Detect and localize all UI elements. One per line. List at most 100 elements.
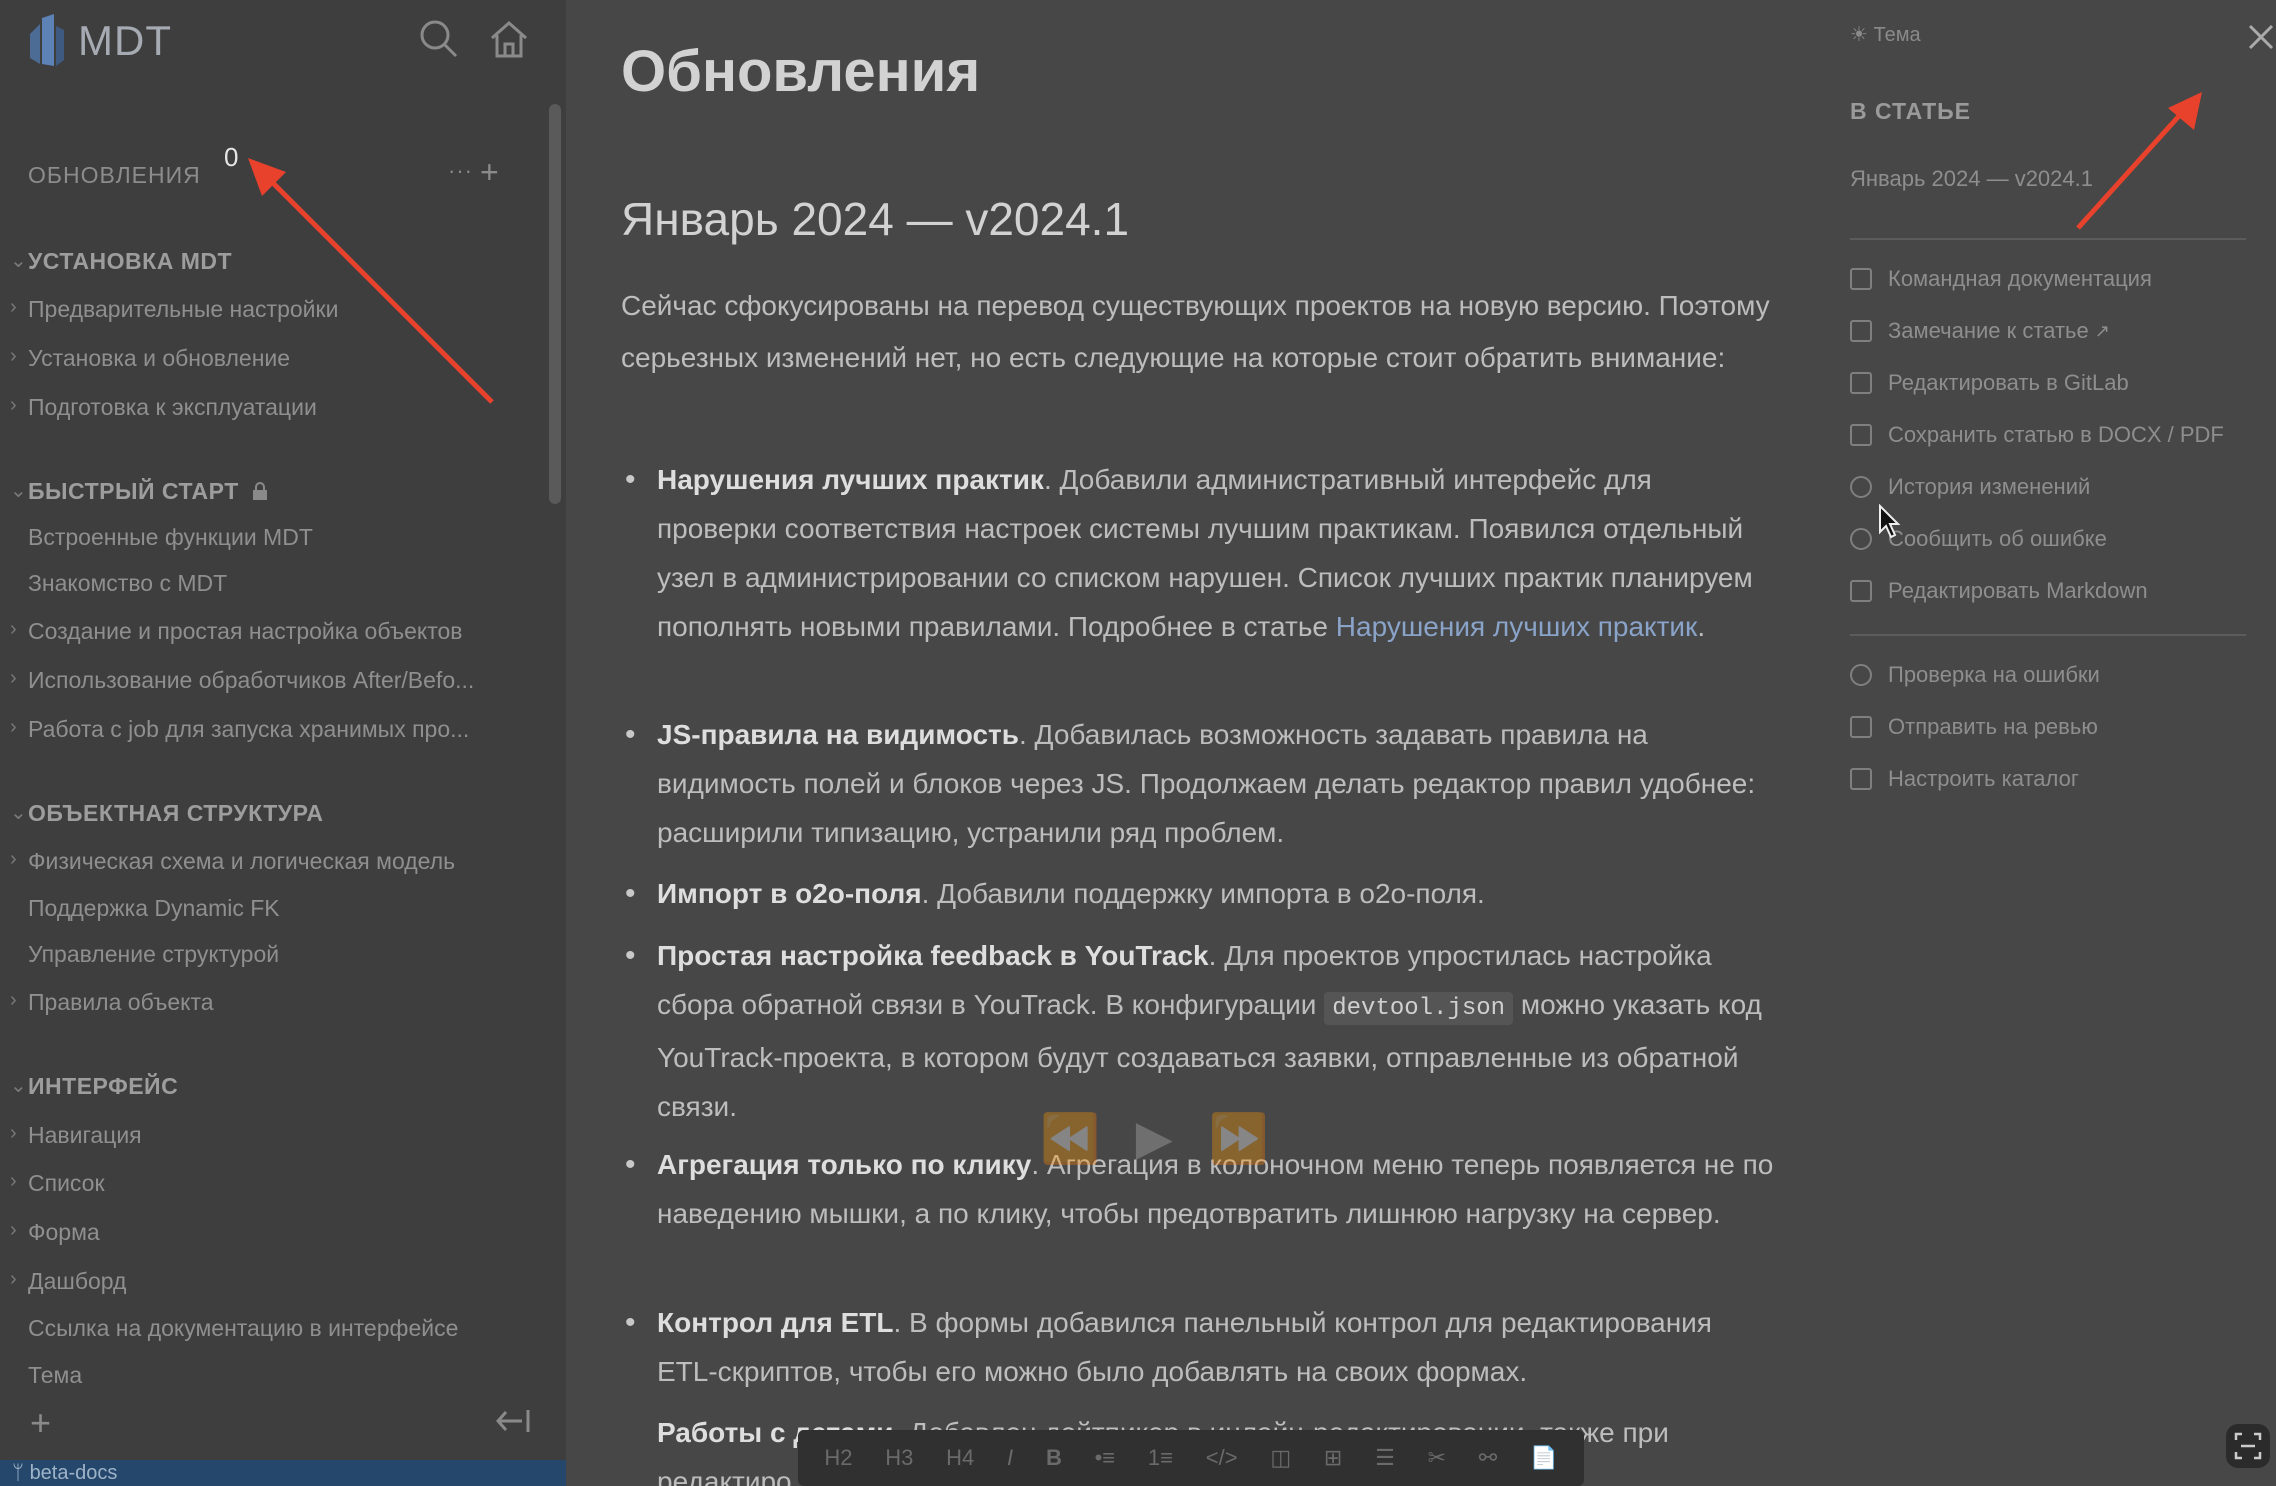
sidebar-item[interactable]: Ссылка на документацию в интерфейсе — [28, 1315, 458, 1342]
bullet-list-button[interactable]: •≡ — [1095, 1445, 1116, 1471]
chevron-down-icon[interactable]: ⌄ — [10, 478, 27, 503]
edit-markdown-link[interactable]: Редактировать Markdown — [1850, 578, 2148, 604]
sidebar-item[interactable]: Поддержка Dynamic FK — [28, 895, 280, 922]
list-button[interactable]: ☰ — [1375, 1445, 1395, 1471]
list-item: Простая настройка feedback в YouTrack. Д… — [625, 931, 1777, 1131]
save-docx-link[interactable]: Сохранить статью в DOCX / PDF — [1850, 422, 2224, 448]
chevron-right-icon[interactable]: › — [10, 1268, 17, 1291]
action-label: Сообщить об ошибке — [1888, 526, 2107, 551]
list-item-bold: JS-правила на видимость — [657, 719, 1019, 750]
annotation-arrow — [2076, 92, 2202, 230]
toc-divider — [1850, 634, 2246, 636]
chevron-right-icon[interactable]: › — [10, 1170, 17, 1193]
article-intro: Сейчас сфокусированы на перевод существу… — [621, 290, 1770, 373]
diagram-button[interactable]: ⚯ — [1479, 1445, 1497, 1471]
article-link[interactable]: Нарушения лучших практик — [1336, 611, 1698, 642]
sidebar-item[interactable]: Список — [28, 1170, 105, 1197]
send-review-link[interactable]: Отправить на ревью — [1850, 714, 2098, 740]
toc-heading: В СТАТЬЕ — [1850, 98, 1972, 124]
branch-name[interactable]: ᛘ beta-docs — [12, 1462, 117, 1485]
app-logo[interactable]: MDT — [24, 14, 172, 68]
sidebar-item[interactable]: Использование обработчиков After/Befo... — [28, 667, 474, 694]
chevron-down-icon[interactable]: ⌄ — [10, 800, 27, 825]
app-title: MDT — [78, 17, 172, 64]
status-bar: ᛘ beta-docs — [0, 1460, 568, 1486]
sidebar-item[interactable]: Встроенные функции MDT — [28, 524, 313, 551]
table-button[interactable]: ⊞ — [1324, 1445, 1342, 1471]
italic-button[interactable]: I — [1007, 1445, 1013, 1471]
article-note-link[interactable]: Замечание к статье ↗ — [1850, 318, 2110, 344]
check-icon — [1850, 664, 1872, 686]
code-button[interactable]: </> — [1206, 1445, 1238, 1471]
close-icon[interactable] — [2244, 20, 2276, 54]
check-errors-link[interactable]: Проверка на ошибки — [1850, 662, 2100, 688]
toc-panel — [1846, 0, 2276, 1486]
mail-icon — [1850, 320, 1872, 342]
chevron-right-icon[interactable]: › — [10, 716, 17, 739]
collapse-sidebar-icon[interactable] — [494, 1406, 532, 1436]
scan-icon — [2234, 1432, 2262, 1460]
section-quick-start[interactable]: БЫСТРЫЙ СТАРТ — [28, 478, 268, 505]
sidebar-item[interactable]: Тема — [28, 1362, 82, 1389]
scan-text-button[interactable] — [2226, 1424, 2270, 1468]
theme-toggle[interactable]: ☀ Тема — [1850, 22, 1921, 47]
sidebar-item[interactable]: Создание и простая настройка объектов — [28, 618, 463, 645]
history-icon — [1850, 476, 1872, 498]
home-icon[interactable] — [486, 16, 532, 62]
chevron-down-icon[interactable]: ⌄ — [10, 248, 27, 273]
chevron-right-icon[interactable]: › — [10, 1122, 17, 1145]
section-object-structure[interactable]: ОБЪЕКТНАЯ СТРУКТУРА — [28, 800, 324, 827]
list-item: Нарушения лучших практик. Добавили админ… — [625, 455, 1777, 651]
sidebar-item[interactable]: Форма — [28, 1219, 100, 1246]
chevron-right-icon[interactable]: › — [10, 848, 17, 871]
section-interface[interactable]: ИНТЕРФЕЙС — [28, 1073, 178, 1100]
note-button[interactable]: ◫ — [1270, 1445, 1291, 1471]
add-icon[interactable]: + — [30, 1402, 51, 1444]
search-icon[interactable] — [416, 16, 462, 62]
action-label: Настроить каталог — [1888, 766, 2079, 791]
sidebar-item[interactable]: Работа с job для запуска хранимых про... — [28, 716, 469, 743]
sidebar-item[interactable]: Правила объекта — [28, 989, 214, 1016]
branch-icon: ᛘ — [12, 1462, 24, 1484]
chevron-right-icon[interactable]: › — [10, 345, 17, 368]
inline-code: devtool.json — [1324, 992, 1514, 1025]
list-item-text: . Добавили поддержку импорта в o2o-поля. — [921, 878, 1485, 909]
sidebar-item[interactable]: Дашборд — [28, 1268, 126, 1295]
numbered-list-button[interactable]: 1≡ — [1148, 1445, 1173, 1471]
share-icon — [1850, 716, 1872, 738]
cut-button[interactable]: ✂ — [1428, 1445, 1446, 1471]
sidebar-scrollbar[interactable] — [549, 104, 561, 504]
chevron-right-icon[interactable]: › — [10, 667, 17, 690]
action-label: История изменений — [1888, 474, 2091, 499]
updates-header[interactable]: ОБНОВЛЕНИЯ — [28, 162, 201, 189]
chevron-right-icon[interactable]: › — [10, 989, 17, 1012]
team-docs-link[interactable]: Командная документация — [1850, 266, 2152, 292]
section-install[interactable]: УСТАНОВКА MDT — [28, 248, 232, 275]
sidebar-item[interactable]: Навигация — [28, 1122, 142, 1149]
sidebar-item[interactable]: Управление структурой — [28, 941, 279, 968]
chevron-down-icon[interactable]: ⌄ — [10, 1073, 27, 1098]
chevron-right-icon[interactable]: › — [10, 296, 17, 319]
fast-forward-icon[interactable]: ⏩ — [1209, 1110, 1269, 1167]
heading4-button[interactable]: H4 — [946, 1445, 974, 1471]
sidebar-item[interactable]: Знакомство с MDT — [28, 570, 227, 597]
file-button[interactable]: 📄 — [1530, 1445, 1557, 1471]
play-icon[interactable]: ▶ — [1136, 1110, 1173, 1167]
bold-button[interactable]: B — [1046, 1445, 1062, 1471]
action-label: Отправить на ревью — [1888, 714, 2098, 739]
external-link-icon: ↗ — [2094, 320, 2110, 341]
action-label: Командная документация — [1888, 266, 2152, 291]
list-item-text: . — [1697, 611, 1706, 642]
chevron-right-icon[interactable]: › — [10, 618, 17, 641]
action-label: Проверка на ошибки — [1888, 662, 2100, 687]
sidebar-item[interactable]: Физическая схема и логическая модель — [28, 848, 455, 875]
history-link[interactable]: История изменений — [1850, 474, 2090, 500]
heading2-button[interactable]: H2 — [824, 1445, 852, 1471]
edit-gitlab-link[interactable]: Редактировать в GitLab — [1850, 370, 2129, 396]
chevron-right-icon[interactable]: › — [10, 394, 17, 417]
heading3-button[interactable]: H3 — [885, 1445, 913, 1471]
rewind-icon[interactable]: ⏪ — [1040, 1110, 1100, 1167]
toc-anchor[interactable]: Январь 2024 — v2024.1 — [1850, 166, 2093, 192]
chevron-right-icon[interactable]: › — [10, 1219, 17, 1242]
configure-catalog-link[interactable]: Настроить каталог — [1850, 766, 2079, 792]
